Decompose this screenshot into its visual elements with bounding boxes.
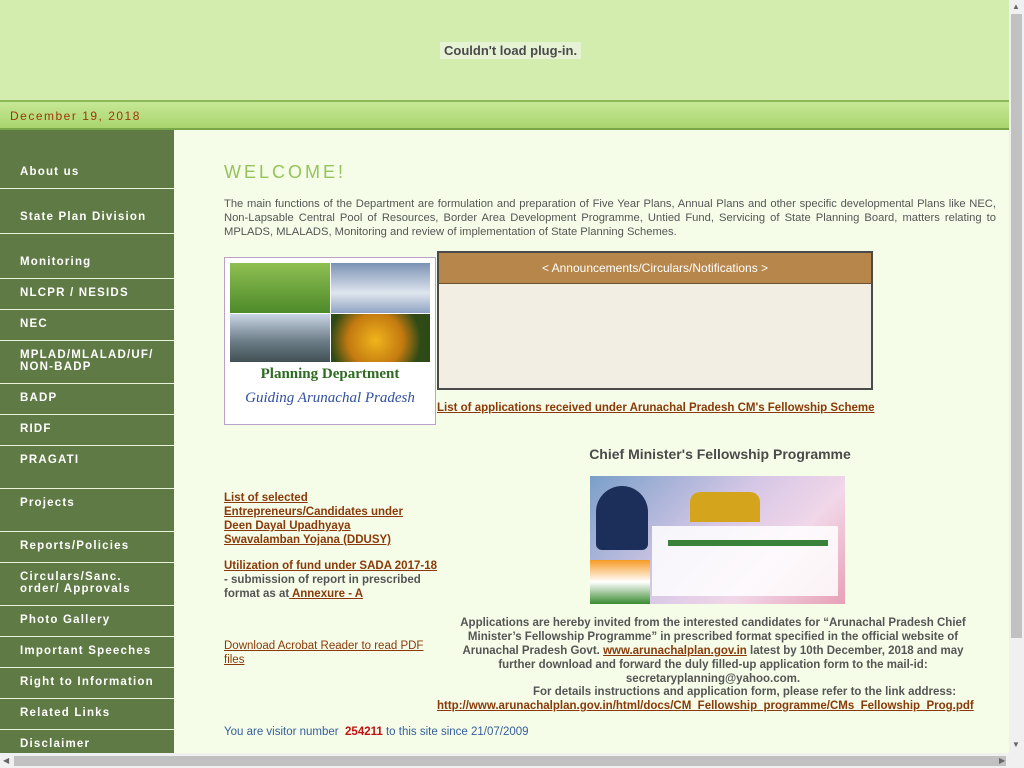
sada-fund-link[interactable]: Utilization of fund under SADA 2017-18: [224, 560, 437, 572]
nav-label: BADP: [20, 392, 58, 404]
nav-label: NLCPR / NESIDS: [20, 287, 129, 299]
welcome-heading: WELCOME!: [224, 162, 347, 182]
ddusy-selected-list-link[interactable]: List of selected Entrepreneurs/Candidate…: [224, 491, 424, 547]
plugin-error-message: Couldn't load plug-in.: [440, 42, 582, 59]
nav-important-speeches[interactable]: Important Speeches: [0, 637, 174, 668]
banner-plugin-area: Couldn't load plug-in.: [0, 0, 1009, 100]
nav-label: MPLAD/MLALAD/UF/ NON-BADP: [20, 349, 154, 373]
vertical-scroll-thumb[interactable]: [1011, 14, 1022, 638]
visitor-count: 254211: [345, 726, 383, 738]
nav-label: Projects: [20, 497, 75, 509]
nav-badp[interactable]: BADP: [0, 384, 174, 415]
poster-portrait: [596, 486, 648, 550]
nav-right-to-information[interactable]: Right to Information: [0, 668, 174, 699]
department-photo-collage: Planning Department Guiding Arunachal Pr…: [224, 257, 436, 425]
nav-label: RIDF: [20, 423, 52, 435]
nav-label: Disclaimer: [20, 738, 91, 750]
scroll-right-arrow-icon[interactable]: ▶: [999, 756, 1005, 765]
nav-circulars[interactable]: Circulars/Sanc. order/ Approvals: [0, 563, 174, 606]
nav-label: Reports/Policies: [20, 540, 130, 552]
nav-label: Right to Information: [20, 676, 154, 688]
current-date: December 19, 2018: [10, 109, 141, 123]
scroll-left-arrow-icon[interactable]: ◀: [3, 756, 9, 765]
visitor-prefix: You are visitor number: [224, 726, 339, 738]
page: Couldn't load plug-in. December 19, 2018…: [0, 0, 1009, 753]
scrollbar-corner: [1009, 753, 1024, 768]
poster-notice: [652, 526, 838, 596]
fellowship-poster-image[interactable]: [590, 476, 845, 604]
applications-notice: Applications are hereby invited from the…: [443, 616, 983, 686]
nav-about-us[interactable]: About us: [0, 156, 174, 189]
poster-building: [690, 492, 760, 522]
details-instructions-text: For details instructions and application…: [533, 686, 957, 698]
cm-fellowship-title: Chief Minister's Fellowship Programme: [589, 446, 851, 462]
nav-mplad[interactable]: MPLAD/MLALAD/UF/ NON-BADP: [0, 341, 174, 384]
nav-label: Important Speeches: [20, 645, 152, 657]
nav-label: PRAGATI: [20, 454, 80, 466]
fellowship-pdf-link[interactable]: http://www.arunachalplan.gov.in/html/doc…: [437, 700, 974, 712]
nav-projects[interactable]: Projects: [0, 489, 174, 532]
visitor-suffix: to this site since 21/07/2009: [385, 726, 529, 738]
announcements-header: < Announcements/Circulars/Notifications …: [439, 253, 871, 284]
nav-label: Related Links: [20, 707, 111, 719]
nav-state-plan-division[interactable]: State Plan Division: [0, 189, 174, 234]
bridge-photo: [230, 314, 330, 362]
horizontal-scroll-thumb[interactable]: [14, 756, 1006, 766]
nav-reports-policies[interactable]: Reports/Policies: [0, 532, 174, 563]
nav-ridf[interactable]: RIDF: [0, 415, 174, 446]
nav-photo-gallery[interactable]: Photo Gallery: [0, 606, 174, 637]
nav-nec[interactable]: NEC: [0, 310, 174, 341]
scroll-down-arrow-icon[interactable]: ▼: [1012, 740, 1020, 749]
annexure-a-link[interactable]: Annexure - A: [289, 588, 363, 600]
nav-label: About us: [20, 166, 80, 178]
nav-label: State Plan Division: [20, 211, 147, 223]
nav-label: Monitoring: [20, 256, 92, 268]
scroll-up-arrow-icon[interactable]: ▲: [1012, 2, 1020, 11]
orchid-photo: [331, 314, 430, 362]
nav-label: Circulars/Sanc. order/ Approvals: [20, 571, 131, 595]
poster-flag-graphic: [590, 560, 650, 604]
arunachalplan-site-link[interactable]: www.arunachalplan.gov.in: [603, 645, 747, 657]
visitor-counter: You are visitor number 254211 to this si…: [224, 726, 529, 738]
nav-label: NEC: [20, 318, 48, 330]
photo-title: Planning Department: [260, 366, 400, 382]
photo-subtitle: Guiding Arunachal Pradesh: [245, 390, 415, 406]
landscape-photo: [230, 263, 330, 313]
nav-monitoring[interactable]: Monitoring: [0, 234, 174, 279]
date-bar: December 19, 2018: [0, 100, 1009, 130]
fellowship-applications-link[interactable]: List of applications received under Arun…: [437, 402, 875, 414]
nav-nlcpr-nesids[interactable]: NLCPR / NESIDS: [0, 279, 174, 310]
sada-utilization-notice: Utilization of fund under SADA 2017-18 -…: [224, 559, 439, 601]
intro-paragraph: The main functions of the Department are…: [224, 198, 996, 238]
mountain-lake-photo: [331, 263, 430, 313]
nav-pragati[interactable]: PRAGATI: [0, 446, 174, 489]
announcements-box: < Announcements/Circulars/Notifications …: [437, 251, 873, 390]
acrobat-reader-link[interactable]: Download Acrobat Reader to read PDF file…: [224, 639, 439, 667]
nav-disclaimer[interactable]: Disclaimer: [0, 730, 174, 753]
poster-band: [668, 540, 828, 546]
nav-related-links[interactable]: Related Links: [0, 699, 174, 730]
nav-label: Photo Gallery: [20, 614, 111, 626]
